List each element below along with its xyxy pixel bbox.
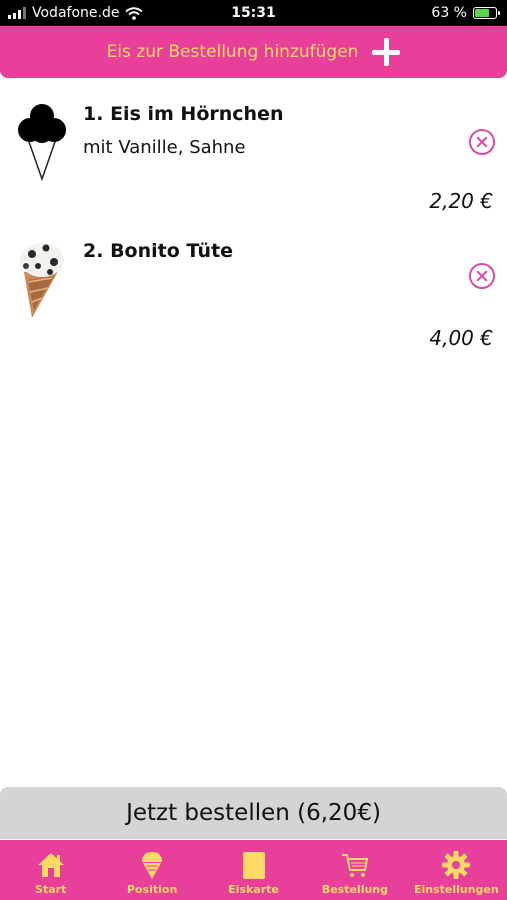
tab-bar: Start Position Eiskarte Bestellung Einst…	[0, 840, 507, 900]
item-name: Bonito Tüte	[110, 240, 234, 262]
remove-item-button[interactable]	[469, 263, 495, 289]
battery-percent: 63 %	[431, 5, 467, 21]
tab-label: Eiskarte	[228, 883, 279, 896]
item-price: 2,20 €	[429, 189, 493, 213]
ice-cream-cone-icon	[142, 852, 163, 879]
item-number: 2.	[83, 240, 104, 262]
home-icon	[37, 853, 64, 877]
menu-card-icon	[242, 852, 265, 879]
order-item-title: 2. Bonito Tüte	[83, 240, 233, 262]
item-price: 4,00 €	[429, 326, 493, 350]
gear-icon	[442, 851, 471, 879]
status-bar: Vodafone.de 15:31 63 %	[0, 0, 507, 26]
bonito-cone-image	[20, 243, 64, 318]
ice-cream-scoops-icon	[18, 104, 66, 182]
order-item-title: 1. Eis im Hörnchen	[83, 103, 283, 125]
order-item: 1. Eis im Hörnchen mit Vanille, Sahne 2,…	[0, 103, 507, 223]
shopping-cart-icon	[341, 854, 369, 877]
tab-label: Position	[126, 883, 178, 896]
tab-label: Einstellungen	[413, 883, 499, 896]
battery-icon	[473, 7, 500, 19]
order-now-button[interactable]: Jetzt bestellen (6,20€)	[0, 787, 507, 839]
tab-label: Start	[35, 883, 67, 896]
item-name: Eis im Hörnchen	[110, 103, 284, 125]
tab-label: Bestellung	[321, 883, 389, 896]
add-ice-cream-button[interactable]: Eis zur Bestellung hinzufügen	[0, 26, 507, 78]
tab-eiskarte[interactable]: Eiskarte	[203, 840, 304, 900]
plus-icon	[372, 38, 401, 66]
order-item: 2. Bonito Tüte 4,00 €	[0, 240, 507, 360]
remove-item-button[interactable]	[469, 129, 495, 155]
tab-position[interactable]: Position	[101, 840, 202, 900]
order-now-label: Jetzt bestellen (6,20€)	[126, 800, 381, 826]
tab-start[interactable]: Start	[0, 840, 101, 900]
status-right: 63 %	[431, 5, 500, 21]
item-number: 1.	[83, 103, 104, 125]
add-ice-cream-label: Eis zur Bestellung hinzufügen	[106, 42, 359, 62]
item-details: mit Vanille, Sahne	[83, 137, 246, 158]
tab-bestellung[interactable]: Bestellung	[304, 840, 405, 900]
tab-einstellungen[interactable]: Einstellungen	[406, 840, 507, 900]
